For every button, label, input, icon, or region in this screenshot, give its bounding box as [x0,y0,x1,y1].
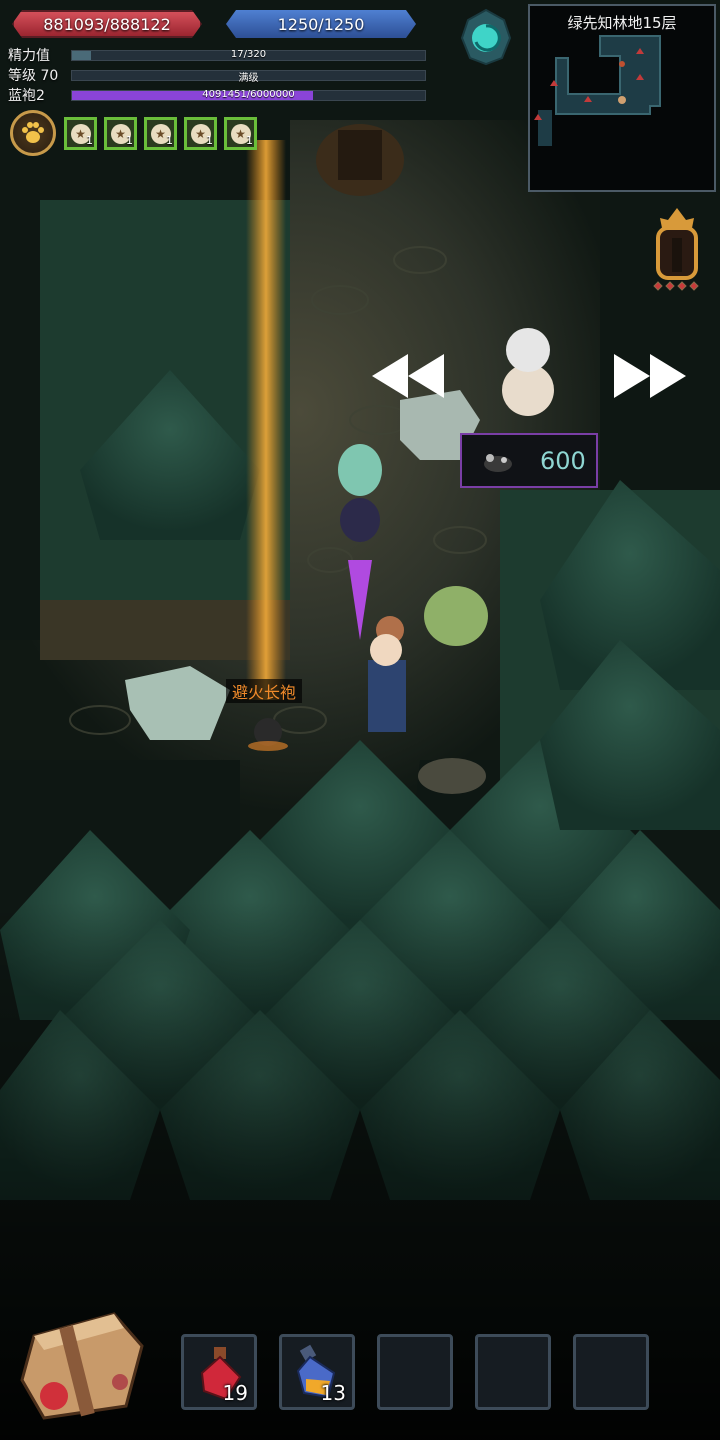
buff-slot[interactable]: ★ 1 [184,117,217,150]
inventory-slot-4[interactable] [475,1334,551,1410]
mana-bar: 1250/1250 [226,10,416,38]
item-count: 19 [222,1381,248,1405]
dropped-item-label[interactable]: 避火长袍 [226,679,303,703]
level-label: 等级 70 [8,68,59,84]
reward-value: 600 [540,446,586,475]
rank-label: 蓝袍2 [8,88,45,104]
health-value: 881093/888122 [43,14,171,34]
buff-slot[interactable]: ★ 1 [64,117,97,150]
buff-count: 1 [246,134,253,147]
minimap-layout [534,35,661,146]
energy-label: 精力值 [8,48,50,64]
inventory-slot-3[interactable] [377,1334,453,1410]
reward-box: 600 [460,433,598,488]
buff-slot[interactable]: ★ 1 [104,117,137,150]
inventory-slot-5[interactable] [573,1334,649,1410]
rank-track: 4091451/6000000 [71,88,426,101]
energy-value: 17/320 [230,48,267,60]
rewind-icon[interactable] [370,352,446,400]
creature-icon [484,453,512,472]
portal-icon[interactable] [458,8,514,66]
mana-value: 1250/1250 [277,14,365,34]
rank-row: 蓝袍2 4091451/6000000 [8,86,426,104]
buff-count: 1 [166,134,173,147]
buff-slot[interactable]: ★ 1 [224,117,257,150]
inventory-slot-2[interactable]: 13 [279,1334,355,1410]
backpack-icon[interactable] [14,1306,148,1424]
buff-list: ★ 1 ★ 1 ★ 1 ★ 1 ★ 1 [64,117,257,150]
buff-count: 1 [206,134,213,147]
inventory-slot-1[interactable]: 19 [181,1334,257,1410]
trophy-icon[interactable] [644,206,710,298]
level-row: 等级 70 满级 [8,66,426,84]
energy-row: 精力值 17/320 [8,46,426,64]
paw-icon [22,122,44,143]
minimap[interactable]: 绿先知林地15层 [528,4,716,192]
level-value: 满级 [238,72,259,84]
buff-slot[interactable]: ★ 1 [144,117,177,150]
level-track: 满级 [71,69,426,84]
health-bar: 881093/888122 [12,10,202,38]
forest-map [0,0,720,1440]
energy-track: 17/320 [71,48,426,61]
fast-forward-icon[interactable] [612,352,688,400]
buff-count: 1 [126,134,133,147]
rank-value: 4091451/6000000 [202,88,295,100]
item-count: 13 [320,1381,346,1405]
game-world[interactable] [0,0,720,1440]
buff-count: 1 [86,134,93,147]
pet-button[interactable] [10,110,56,156]
